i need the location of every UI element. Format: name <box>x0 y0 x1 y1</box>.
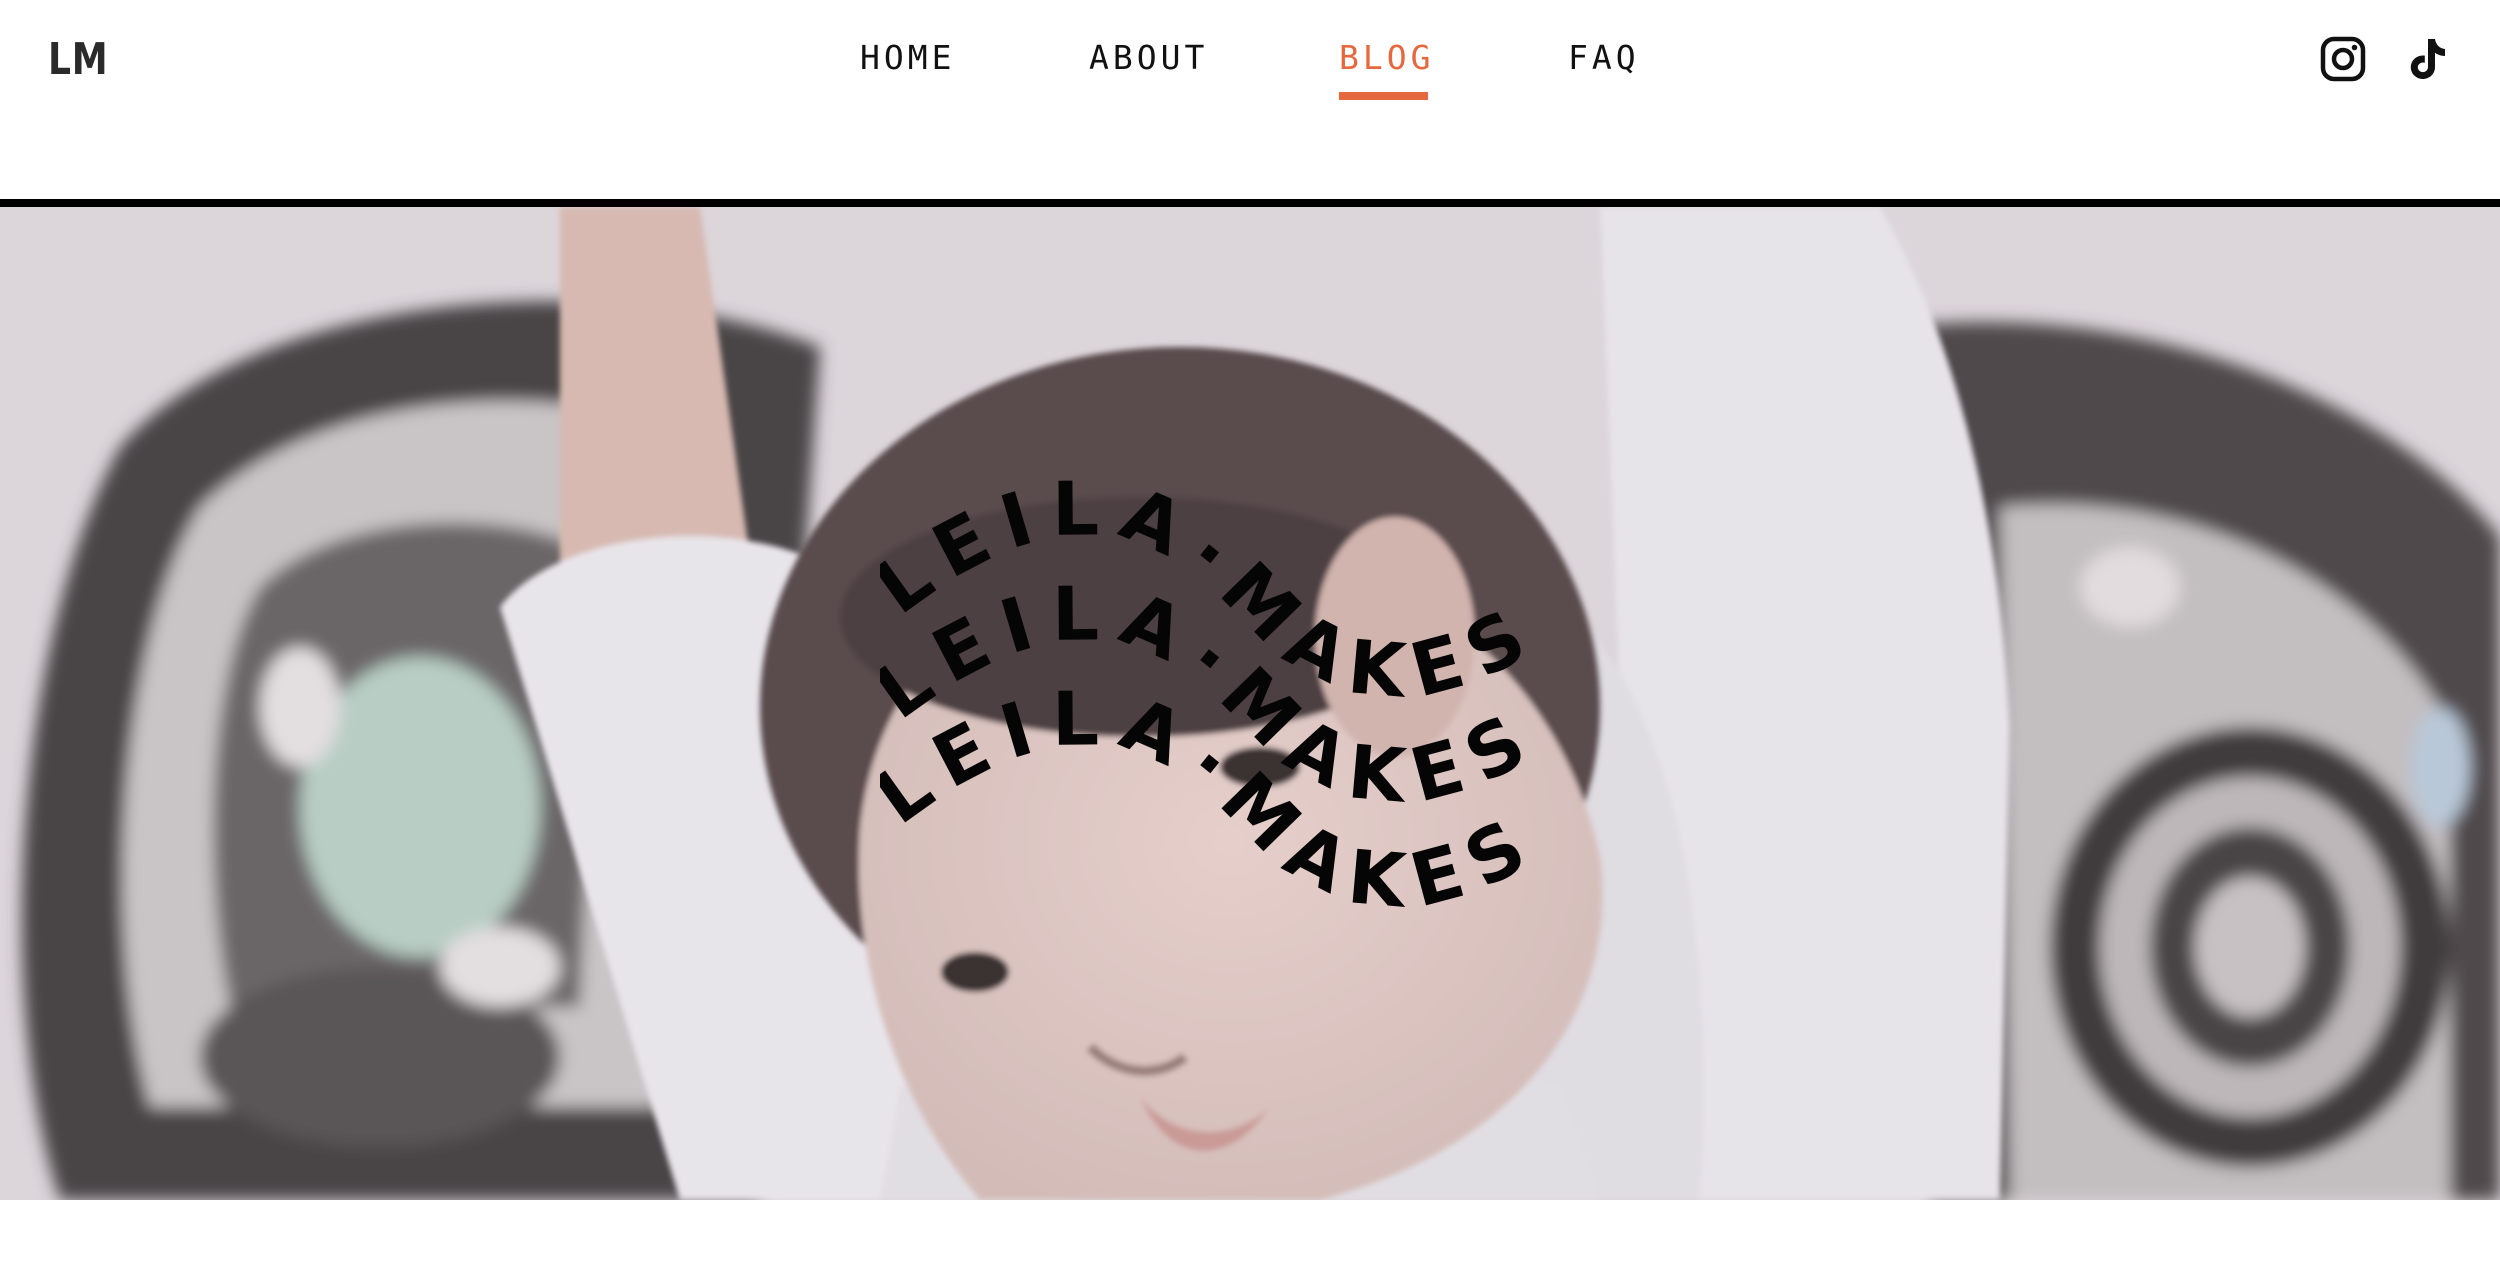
active-nav-underline <box>1339 92 1428 100</box>
nav-item-faq[interactable]: FAQ <box>1568 38 1640 77</box>
nav-item-blog[interactable]: BLOG <box>1339 38 1434 77</box>
page: LM HOME ABOUT BLOG FAQ EILA·MAKES EILA·M… <box>0 0 2500 1278</box>
main-nav: HOME ABOUT BLOG FAQ <box>0 38 2500 108</box>
nav-item-about[interactable]: ABOUT <box>1089 38 1208 77</box>
hero-banner: LEILA·MAKES LEILA·MAKES LEILA·MAKES <box>0 207 2500 1200</box>
header-divider <box>0 199 2500 207</box>
nav-item-home[interactable]: HOME <box>860 38 955 77</box>
instagram-icon[interactable] <box>2320 36 2366 82</box>
tiktok-icon[interactable] <box>2404 36 2450 82</box>
leila-makes-wave-logo: LEILA·MAKES LEILA·MAKES LEILA·MAKES <box>880 467 1537 926</box>
site-header: LM HOME ABOUT BLOG FAQ <box>0 0 2500 200</box>
